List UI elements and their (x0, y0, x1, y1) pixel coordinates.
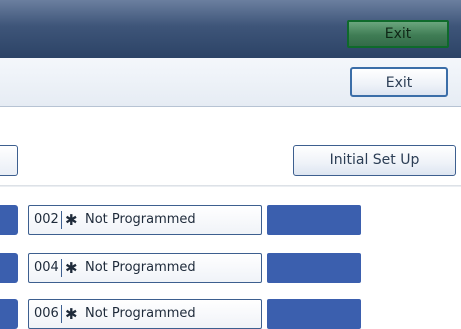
not-programmed-star-icon: ✱ (65, 259, 78, 277)
entry-number: 004 (34, 260, 59, 275)
left-blue-key-row-1[interactable] (0, 205, 18, 235)
program-entry-002[interactable]: 002 ✱ Not Programmed (28, 205, 262, 235)
entry-separator (61, 211, 62, 229)
entry-number: 002 (34, 212, 59, 227)
header-bar: Exit (0, 0, 461, 58)
right-blue-key-row-3[interactable] (267, 299, 361, 329)
entry-number: 006 (34, 306, 59, 321)
header-exit-button[interactable]: Exit (347, 20, 449, 48)
not-programmed-star-icon: ✱ (65, 211, 78, 229)
right-blue-key-row-2[interactable] (267, 253, 361, 283)
left-blue-key-row-3[interactable] (0, 299, 18, 329)
right-blue-key-row-1[interactable] (267, 205, 361, 235)
exit-button[interactable]: Exit (350, 67, 448, 97)
entry-separator (61, 305, 62, 323)
initial-set-up-button[interactable]: Initial Set Up (293, 145, 456, 176)
entry-label: Not Programmed (85, 212, 196, 227)
entry-separator (61, 259, 62, 277)
section-divider (0, 185, 461, 187)
left-partial-button[interactable] (0, 145, 18, 176)
not-programmed-star-icon: ✱ (65, 305, 78, 323)
entry-label: Not Programmed (85, 306, 196, 321)
left-blue-key-row-2[interactable] (0, 253, 18, 283)
program-entry-004[interactable]: 004 ✱ Not Programmed (28, 253, 262, 283)
program-entry-006[interactable]: 006 ✱ Not Programmed (28, 299, 262, 329)
entry-label: Not Programmed (85, 260, 196, 275)
